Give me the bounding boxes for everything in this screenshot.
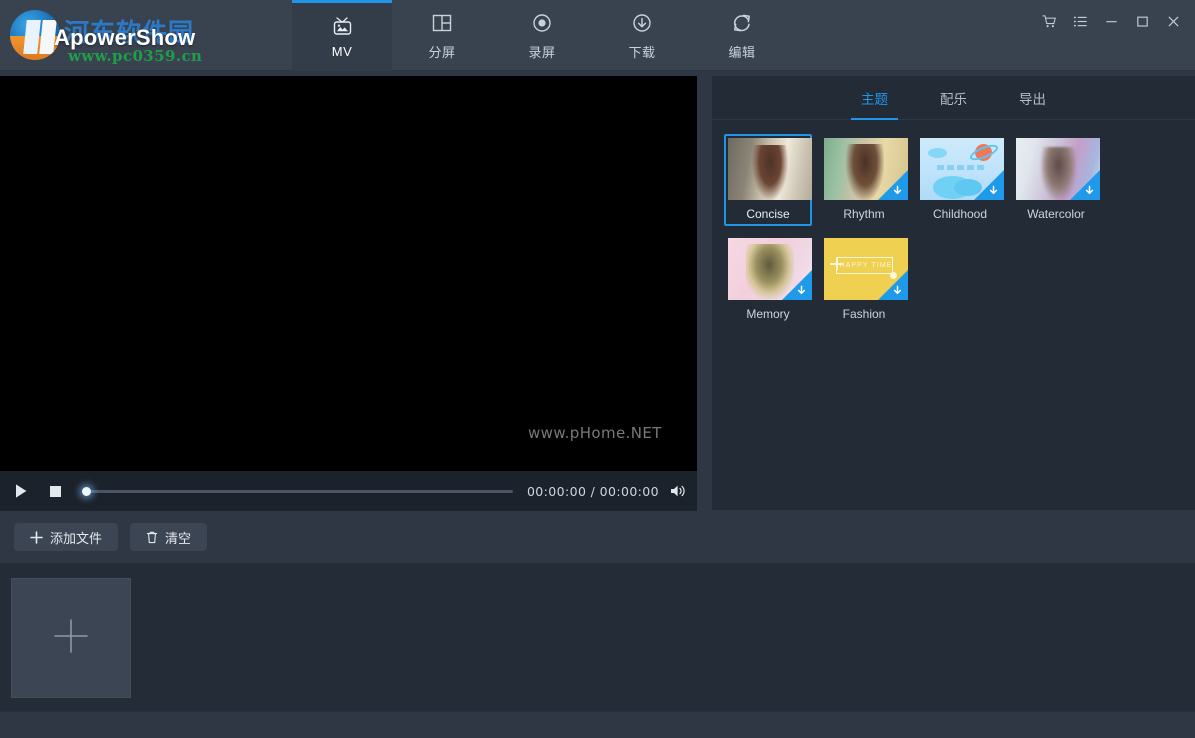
tab-download-label: 下载 <box>628 45 656 60</box>
cart-icon[interactable] <box>1034 6 1065 36</box>
tab-soundtrack[interactable]: 配乐 <box>936 76 971 120</box>
theme-thumbnail <box>1016 138 1100 200</box>
theme-item[interactable]: Memory <box>724 234 812 326</box>
split-screen-icon <box>430 10 454 36</box>
theme-artwork <box>728 138 812 200</box>
theme-thumbnail: HAPPY TIME <box>824 238 908 300</box>
brand-logo-icon <box>10 10 60 60</box>
plus-icon <box>50 615 92 662</box>
title-bar: 河东软件园 ApowerShow www.pc0359.cn MV 分屏 录屏 … <box>0 0 1195 71</box>
watermark-url: www.pc0359.cn <box>68 47 203 65</box>
stop-button[interactable] <box>38 471 72 511</box>
window-controls <box>1034 0 1189 42</box>
theme-label: Rhythm <box>843 207 885 221</box>
theme-label: Watercolor <box>1027 207 1085 221</box>
theme-thumbnail <box>920 138 1004 200</box>
tab-edit-label: 编辑 <box>728 45 756 60</box>
seek-bar[interactable] <box>82 471 513 511</box>
volume-icon[interactable] <box>659 471 697 511</box>
plus-icon <box>30 530 43 544</box>
record-circle-icon <box>530 10 554 36</box>
tab-record-screen[interactable]: 录屏 <box>492 0 592 71</box>
seek-handle[interactable] <box>82 486 91 496</box>
main-nav: MV 分屏 录屏 下载 编辑 <box>292 0 792 71</box>
tab-theme[interactable]: 主题 <box>851 76 898 120</box>
theme-item[interactable]: HAPPY TIME Fashion <box>820 234 908 326</box>
minimize-icon[interactable] <box>1096 6 1127 36</box>
add-files-button[interactable]: 添加文件 <box>14 523 119 551</box>
add-files-label: 添加文件 <box>50 530 103 546</box>
time-display: 00:00:00 / 00:00:00 <box>526 483 659 499</box>
maximize-icon[interactable] <box>1127 6 1158 36</box>
theme-panel: 主题 配乐 导出 Concise Rhythm Childhood Waterc… <box>712 76 1195 510</box>
theme-label: Fashion <box>842 307 886 321</box>
theme-thumbnail <box>824 138 908 200</box>
theme-thumbnail <box>728 138 812 200</box>
tab-export-label: 导出 <box>1019 91 1046 107</box>
player-controls: 00:00:00 / 00:00:00 <box>0 471 697 511</box>
tab-split-screen-label: 分屏 <box>428 45 456 60</box>
panel-tabs: 主题 配乐 导出 <box>712 76 1195 120</box>
timeline-strip <box>0 563 1195 711</box>
thumb-caption-line <box>936 165 986 171</box>
preview-watermark: www.pHome.NET <box>528 424 662 442</box>
theme-label: Childhood <box>932 207 988 221</box>
app-logo: 河东软件园 ApowerShow www.pc0359.cn <box>6 8 221 65</box>
theme-grid: Concise Rhythm Childhood Watercolor Memo… <box>712 120 1195 326</box>
tab-export[interactable]: 导出 <box>1015 76 1050 120</box>
play-button[interactable] <box>4 471 38 511</box>
cloud-shape <box>953 178 983 197</box>
tab-mv[interactable]: MV <box>292 0 392 71</box>
download-circle-icon <box>630 10 654 36</box>
add-media-tile[interactable] <box>11 578 131 698</box>
file-actions-bar: 添加文件 清空 <box>0 511 697 563</box>
tab-record-screen-label: 录屏 <box>528 45 556 60</box>
theme-item[interactable]: Childhood <box>916 134 1004 226</box>
theme-label: Memory <box>746 307 790 321</box>
menu-list-icon[interactable] <box>1065 6 1096 36</box>
video-preview[interactable]: www.pHome.NET <box>0 76 697 511</box>
theme-label: Concise <box>746 207 790 221</box>
tab-soundtrack-label: 配乐 <box>940 91 967 107</box>
refresh-edit-icon <box>730 10 754 36</box>
tab-theme-label: 主题 <box>861 91 888 107</box>
status-bar <box>0 711 1195 738</box>
theme-item[interactable]: Concise <box>724 134 812 226</box>
tab-download[interactable]: 下载 <box>592 0 692 71</box>
clear-button[interactable]: 清空 <box>130 523 208 551</box>
tab-split-screen[interactable]: 分屏 <box>392 0 492 71</box>
thumb-caption: HAPPY TIME <box>839 261 893 269</box>
tab-edit[interactable]: 编辑 <box>692 0 792 71</box>
tv-image-icon <box>330 12 355 38</box>
seek-track <box>82 489 513 493</box>
tab-mv-label: MV <box>331 44 353 59</box>
cloud-shape <box>928 147 947 158</box>
app-window: 河东软件园 ApowerShow www.pc0359.cn MV 分屏 录屏 … <box>0 0 1195 738</box>
close-icon[interactable] <box>1158 6 1189 36</box>
theme-item[interactable]: Watercolor <box>1012 134 1100 226</box>
theme-thumbnail <box>728 238 812 300</box>
dot-shape <box>890 272 898 280</box>
trash-icon <box>146 531 158 544</box>
theme-item[interactable]: Rhythm <box>820 134 908 226</box>
clear-label: 清空 <box>165 530 192 546</box>
